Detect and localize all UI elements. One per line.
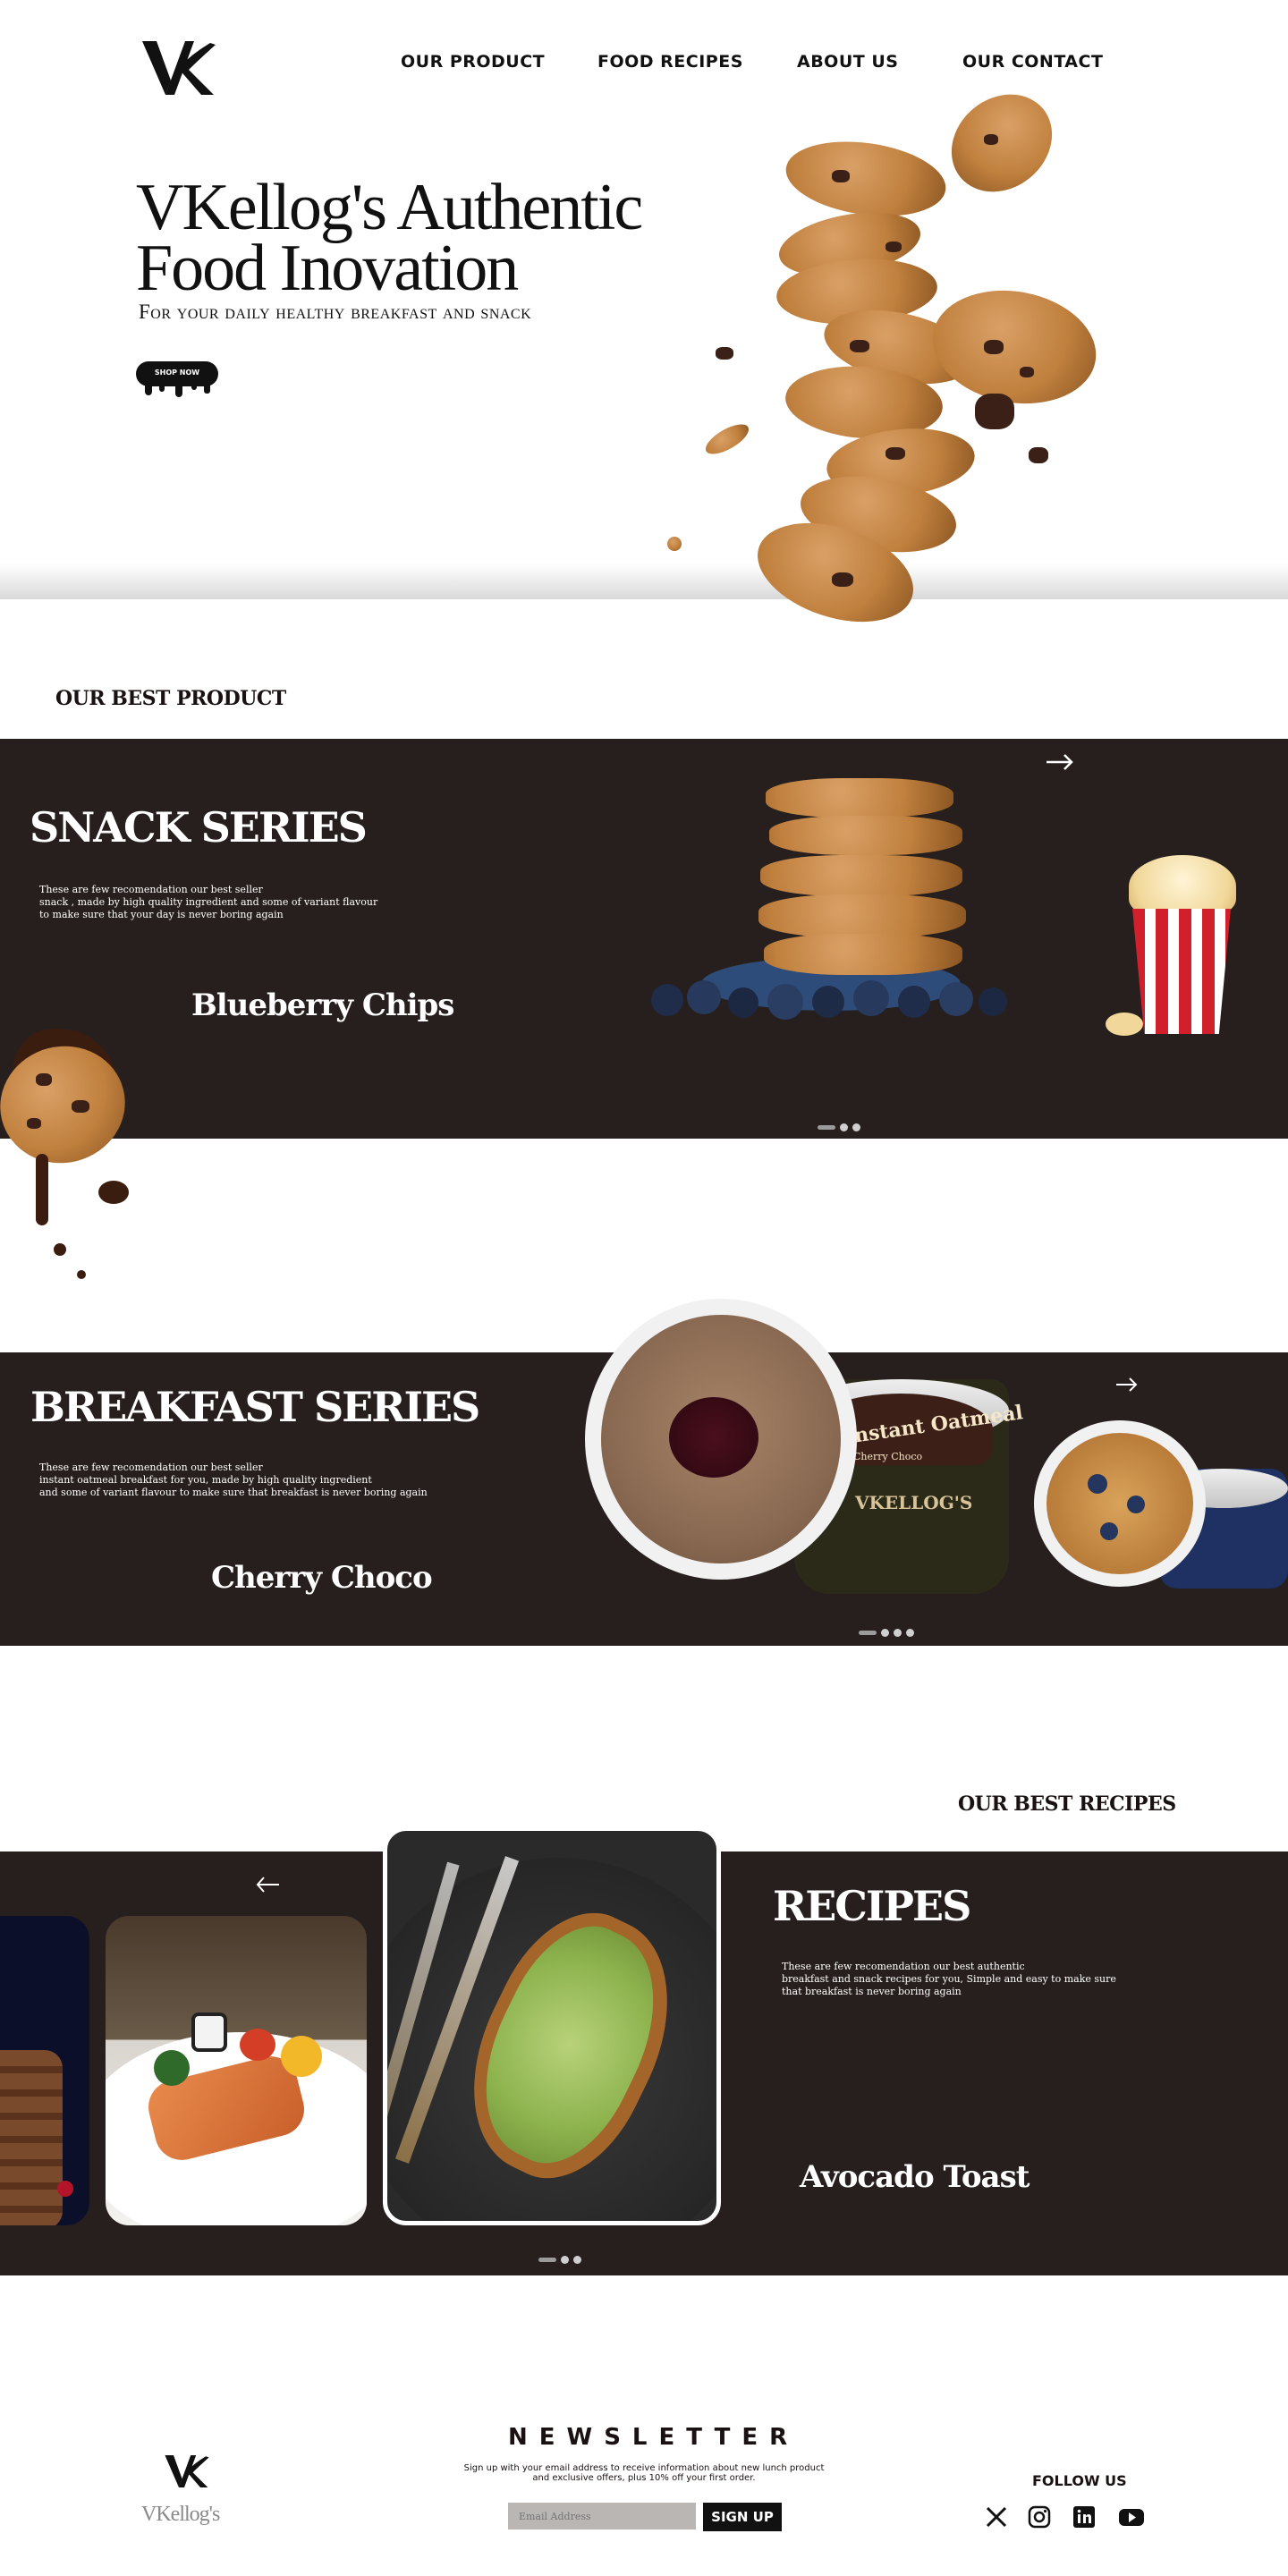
recipes-desc-line3: that breakfast is never boring again xyxy=(782,1986,962,1997)
cherry-choco-oatmeal-image: Instant Oatmeal Cherry Choco VKELLOG'S xyxy=(580,1299,1027,1603)
newsletter-title: NEWSLETTER xyxy=(508,2424,800,2451)
follow-us-label: FOLLOW US xyxy=(1032,2472,1127,2489)
footer-logo-mark xyxy=(165,2455,209,2487)
recipes-prev-arrow-icon[interactable] xyxy=(254,1875,281,1894)
package-label-flavor: Cherry Choco xyxy=(853,1451,923,1462)
blueberry-chips-image xyxy=(651,769,1027,1046)
melting-cookie-image xyxy=(0,975,152,1297)
recipe-card-pancakes[interactable] xyxy=(0,1916,89,2225)
footer-logo[interactable]: VKellog's xyxy=(141,2451,240,2537)
recipes-featured-name: Avocado Toast xyxy=(800,2159,1030,2195)
breakfast-desc-line3: and some of variant flavour to make sure… xyxy=(39,1487,428,1498)
snack-carousel-dots[interactable] xyxy=(818,1118,865,1135)
snack-product-name: Blueberry Chips xyxy=(191,987,454,1023)
best-recipes-heading: OUR BEST RECIPES xyxy=(958,1792,1176,1816)
shop-now-label: SHOP NOW xyxy=(154,369,200,377)
newsletter-email-input[interactable] xyxy=(508,2503,696,2529)
snack-desc-line1: These are few recomendation our best sel… xyxy=(39,884,263,895)
x-icon[interactable] xyxy=(984,2504,1009,2529)
popcorn-image xyxy=(1106,855,1258,1045)
instagram-icon[interactable] xyxy=(1027,2504,1052,2529)
snack-desc-line2: snack , made by high quality ingredient … xyxy=(39,896,378,908)
shop-now-button[interactable]: SHOP NOW xyxy=(136,361,218,397)
youtube-icon[interactable] xyxy=(1118,2504,1145,2529)
newsletter-desc-line1: Sign up with your email address to recei… xyxy=(463,2463,825,2473)
recipes-desc-line1: These are few recomendation our best aut… xyxy=(782,1961,1025,1972)
snack-series-band xyxy=(0,739,1288,1139)
recipes-desc-line2: breakfast and snack recipes for you, Sim… xyxy=(782,1973,1116,1985)
breakfast-series-title: BREAKFAST SERIES xyxy=(30,1383,480,1431)
hero-title-line2: Food Inovation xyxy=(136,232,519,305)
hero-subtitle: For your daily healthy breakfast and sna… xyxy=(139,301,532,323)
best-product-heading: OUR BEST PRODUCT xyxy=(55,687,286,710)
footer-brand-name: VKellog's xyxy=(141,2503,220,2526)
breakfast-product-name: Cherry Choco xyxy=(211,1560,433,1596)
snack-series-title: SNACK SERIES xyxy=(30,803,368,852)
recipes-carousel-dots[interactable] xyxy=(538,2250,586,2267)
package-label-brand: VKELLOG'S xyxy=(855,1492,973,1513)
newsletter-desc-line2: and exclusive offers, plus 10% off your … xyxy=(532,2473,756,2483)
breakfast-desc-line2: instant oatmeal breakfast for you, made … xyxy=(39,1474,372,1486)
recipe-card-salmon[interactable] xyxy=(106,1916,367,2225)
breakfast-carousel-dots[interactable] xyxy=(859,1623,919,1640)
breakfast-desc-line1: These are few recomendation our best sel… xyxy=(39,1462,263,1473)
newsletter-signup-button[interactable]: SIGN UP xyxy=(703,2503,782,2531)
breakfast-next-arrow-icon[interactable] xyxy=(1114,1376,1140,1394)
recipes-title: RECIPES xyxy=(773,1882,971,1930)
snack-desc-line3: to make sure that your day is never bori… xyxy=(39,909,284,920)
cookie-stack-image xyxy=(667,72,1109,640)
cereal-bowl-image xyxy=(1034,1420,1288,1596)
snack-next-arrow-icon[interactable] xyxy=(1045,751,1075,773)
recipe-card-avocado-toast[interactable] xyxy=(383,1826,721,2225)
linkedin-icon[interactable] xyxy=(1072,2504,1097,2529)
